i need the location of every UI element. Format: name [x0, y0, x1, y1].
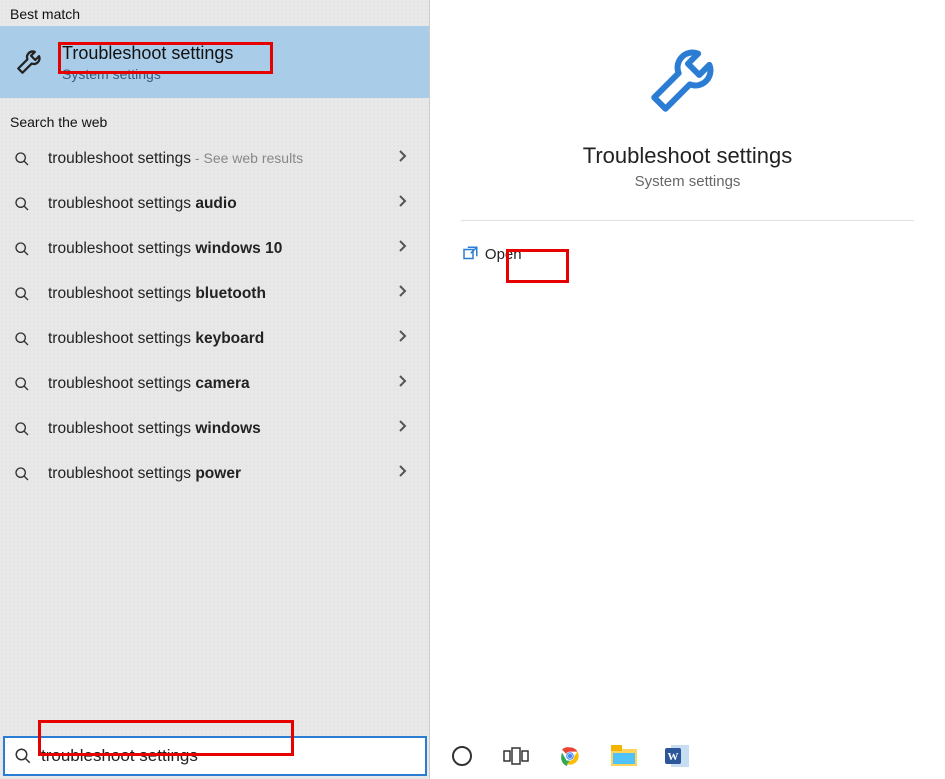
search-icon	[14, 376, 34, 392]
web-header: Search the web	[0, 108, 429, 134]
search-icon	[14, 151, 34, 167]
divider	[461, 220, 914, 221]
open-icon	[461, 245, 485, 263]
search-icon	[14, 466, 34, 482]
word-icon[interactable]: W	[664, 742, 692, 770]
open-label: Open	[485, 246, 522, 263]
search-icon	[14, 331, 34, 347]
search-icon	[14, 196, 34, 212]
cortana-icon[interactable]	[448, 742, 476, 770]
best-match-header: Best match	[0, 0, 429, 26]
actions-list: Open	[461, 239, 914, 269]
best-match-item[interactable]: Troubleshoot settings System settings	[0, 26, 429, 98]
web-result-item[interactable]: troubleshoot settings - See web results	[0, 136, 429, 181]
chrome-icon[interactable]	[556, 742, 584, 770]
web-result-label: troubleshoot settings - See web results	[34, 150, 397, 168]
best-match-title: Troubleshoot settings	[62, 43, 233, 64]
search-icon	[5, 747, 41, 765]
chevron-right-icon[interactable]	[397, 374, 411, 393]
taskbar: W	[430, 733, 945, 779]
search-input[interactable]	[41, 742, 425, 770]
search-icon	[14, 286, 34, 302]
search-icon	[14, 241, 34, 257]
web-result-label: troubleshoot settings audio	[34, 195, 397, 213]
explorer-icon[interactable]	[610, 742, 638, 770]
wrench-icon	[14, 43, 52, 82]
chevron-right-icon[interactable]	[397, 464, 411, 483]
web-result-item[interactable]: troubleshoot settings keyboard	[0, 316, 429, 361]
web-result-label: troubleshoot settings windows	[34, 420, 397, 438]
web-result-item[interactable]: troubleshoot settings windows	[0, 406, 429, 451]
chevron-right-icon[interactable]	[397, 194, 411, 213]
search-icon	[14, 421, 34, 437]
chevron-right-icon[interactable]	[397, 149, 411, 168]
web-result-item[interactable]: troubleshoot settings camera	[0, 361, 429, 406]
web-result-label: troubleshoot settings camera	[34, 375, 397, 393]
wrench-icon	[643, 30, 733, 125]
search-bar[interactable]	[3, 736, 427, 776]
detail-subtitle: System settings	[635, 173, 741, 190]
detail-panel: Troubleshoot settings System settings Op…	[430, 0, 945, 779]
web-result-item[interactable]: troubleshoot settings audio	[0, 181, 429, 226]
web-results-list: troubleshoot settings - See web results t…	[0, 134, 429, 496]
web-result-label: troubleshoot settings power	[34, 465, 397, 483]
web-result-label: troubleshoot settings keyboard	[34, 330, 397, 348]
chevron-right-icon[interactable]	[397, 329, 411, 348]
web-result-label: troubleshoot settings bluetooth	[34, 285, 397, 303]
open-action[interactable]: Open	[461, 239, 914, 269]
results-panel: Best match Troubleshoot settings System …	[0, 0, 430, 779]
web-result-label: troubleshoot settings windows 10	[34, 240, 397, 258]
best-match-subtitle: System settings	[62, 66, 233, 82]
web-result-item[interactable]: troubleshoot settings power	[0, 451, 429, 496]
svg-text:W: W	[668, 751, 679, 763]
best-match-text: Troubleshoot settings System settings	[62, 43, 233, 82]
chevron-right-icon[interactable]	[397, 419, 411, 438]
chevron-right-icon[interactable]	[397, 284, 411, 303]
detail-title: Troubleshoot settings	[583, 143, 793, 169]
taskview-icon[interactable]	[502, 742, 530, 770]
web-result-item[interactable]: troubleshoot settings windows 10	[0, 226, 429, 271]
web-result-item[interactable]: troubleshoot settings bluetooth	[0, 271, 429, 316]
chevron-right-icon[interactable]	[397, 239, 411, 258]
